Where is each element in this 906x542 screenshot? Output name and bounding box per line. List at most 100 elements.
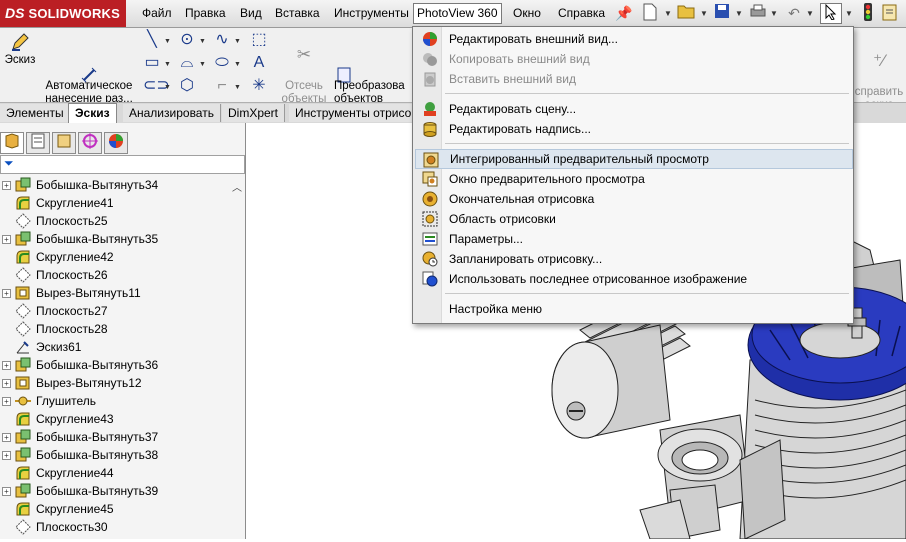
menu-view[interactable]: Вид [237,4,265,23]
rebuild-traffic-light-icon[interactable] [858,3,878,23]
menu-item[interactable]: Запланировать отрисовку... [415,249,851,269]
save-icon[interactable] [712,3,732,23]
select-dropdown-arrow[interactable]: ▼ [845,9,853,18]
configuration-manager-tab-icon[interactable] [52,132,76,154]
tree-row[interactable]: + Бобышка-Вытянуть35 [0,230,232,248]
menu-item[interactable]: Область отрисовки [415,209,851,229]
open-dropdown-arrow[interactable]: ▼ [700,9,708,18]
tree-row[interactable]: Скругление41 [0,194,232,212]
point-tool-icon[interactable]: ✳ [250,77,268,95]
expand-plus-icon[interactable]: + [2,397,11,406]
rectangle-dropdown-arrow[interactable]: ▼ [164,61,171,68]
tree-row[interactable]: + Вырез-Вытянуть11 [0,284,232,302]
tree-row[interactable]: Скругление45 [0,500,232,518]
menu-item[interactable]: Настройка меню [415,299,851,319]
trim-entities-button[interactable]: ✂ Отсечь объекты [278,32,330,106]
menu-item[interactable]: Редактировать надпись... [415,119,851,139]
undo-dropdown-arrow[interactable]: ▼ [806,9,814,18]
circle-dropdown-arrow[interactable]: ▼ [199,38,206,45]
tree-row[interactable]: Плоскость30 [0,518,232,536]
slot-dropdown-arrow[interactable]: ▼ [164,84,171,91]
menu-edit[interactable]: Правка [182,4,229,23]
tree-row[interactable]: Плоскость27 [0,302,232,320]
tree-row[interactable]: + Бобышка-Вытянуть37 [0,428,232,446]
save-dropdown-arrow[interactable]: ▼ [735,9,743,18]
tree-row[interactable]: + Бобышка-Вытянуть36 [0,356,232,374]
feature-tree-filter[interactable]: ⏷ [0,155,245,174]
circle-tool-icon[interactable]: ⊙ [178,31,196,49]
display-manager-tab-icon[interactable] [104,132,128,154]
property-manager-tab-icon[interactable] [26,132,50,154]
expand-plus-icon[interactable]: + [2,289,11,298]
menu-item[interactable]: Редактировать внешний вид... [415,29,851,49]
expand-plus-icon[interactable]: + [2,235,11,244]
line-dropdown-arrow[interactable]: ▼ [164,38,171,45]
menu-item[interactable]: Окно предварительного просмотра [415,169,851,189]
slot-tool-icon[interactable]: ⊂⊃ [143,77,170,95]
tree-row[interactable]: + Глушитель [0,392,232,410]
print-dropdown-arrow[interactable]: ▼ [770,9,778,18]
menu-item[interactable]: Окончательная отрисовка [415,189,851,209]
spline-tool-icon[interactable]: ∿ [213,31,231,49]
convert-entities-button[interactable]: Преобразова объектов [334,32,414,106]
undo-icon[interactable]: ↶ [784,3,804,23]
tab-render-tools[interactable]: Инструменты отрисо [289,104,420,122]
tab-features[interactable]: Элементы [0,104,71,122]
tree-row[interactable]: Скругление42 [0,248,232,266]
menu-tools[interactable]: Инструменты [331,4,412,23]
ellipse-tool-icon[interactable]: ⬭ [213,54,231,72]
tree-row[interactable]: Плоскость26 [0,266,232,284]
filter-funnel-icon[interactable]: ⏷ [4,156,14,171]
menu-item[interactable]: Копировать внешний вид [415,49,851,69]
print-icon[interactable] [748,3,768,23]
feature-tree-tab-icon[interactable] [0,132,24,154]
repair-sketch-button[interactable]: ⁺⁄ справить эскиз [852,38,906,112]
menu-item[interactable]: Вставить внешний вид [415,69,851,89]
menu-item[interactable]: Параметры... [415,229,851,249]
tree-row[interactable]: + Бобышка-Вытянуть34 [0,176,232,194]
menu-window[interactable]: Окно [510,4,544,23]
new-document-icon[interactable] [640,3,660,23]
expand-plus-icon[interactable]: + [2,181,11,190]
menu-item[interactable]: Интегрированный предварительный просмотр [415,149,853,169]
pin-icon[interactable]: 📌 [614,3,634,23]
solidworks-logo[interactable]: DS SOLIDWORKS [0,0,126,27]
file-properties-icon[interactable] [880,3,900,23]
tab-evaluate[interactable]: Анализировать [123,104,221,122]
tab-dimxpert[interactable]: DimXpert [222,104,286,122]
spline-dropdown-arrow[interactable]: ▼ [234,38,241,45]
tree-row[interactable]: + Бобышка-Вытянуть38 [0,446,232,464]
tree-row[interactable]: Плоскость25 [0,212,232,230]
menu-insert[interactable]: Вставка [272,4,323,23]
expand-plus-icon[interactable]: + [2,433,11,442]
arc-tool-icon[interactable]: ⌓ [178,54,196,72]
tree-row[interactable]: Скругление43 [0,410,232,428]
tree-row[interactable]: + Бобышка-Вытянуть39 [0,482,232,500]
text-tool-icon[interactable]: A [250,54,268,72]
expand-plus-icon[interactable]: + [2,361,11,370]
tree-scroll-up-icon[interactable]: ︿ [232,179,242,194]
tree-row[interactable]: Плоскость28 [0,320,232,338]
expand-plus-icon[interactable]: + [2,451,11,460]
auto-dimension-button[interactable]: Автоматическое нанесение раз... [42,32,136,106]
tree-row[interactable]: + Вырез-Вытянуть12 [0,374,232,392]
dimxpert-manager-tab-icon[interactable] [78,132,102,154]
open-folder-icon[interactable] [676,3,696,23]
fillet-sketch-dropdown-arrow[interactable]: ▼ [234,84,241,91]
menu-file[interactable]: Файл [139,4,175,23]
menu-photoview-360[interactable]: PhotoView 360 [413,3,502,24]
menu-item[interactable]: Использовать последнее отрисованное изоб… [415,269,851,289]
construction-geometry-icon[interactable]: ⬚ [250,31,268,49]
line-tool-icon[interactable]: ╲ [143,31,161,49]
expand-plus-icon[interactable]: + [2,487,11,496]
fillet-sketch-icon[interactable]: ⌐ [213,77,231,95]
tab-sketch[interactable]: Эскиз [68,103,117,123]
select-cursor-icon[interactable] [820,3,842,24]
arc-dropdown-arrow[interactable]: ▼ [199,61,206,68]
new-dropdown-arrow[interactable]: ▼ [664,9,672,18]
menu-help[interactable]: Справка [555,4,608,23]
menu-item[interactable]: Редактировать сцену... [415,99,851,119]
tree-row[interactable]: Эскиз61 [0,338,232,356]
rectangle-tool-icon[interactable]: ▭ [143,54,161,72]
sketch-command-button[interactable]: Эскиз [2,32,38,67]
